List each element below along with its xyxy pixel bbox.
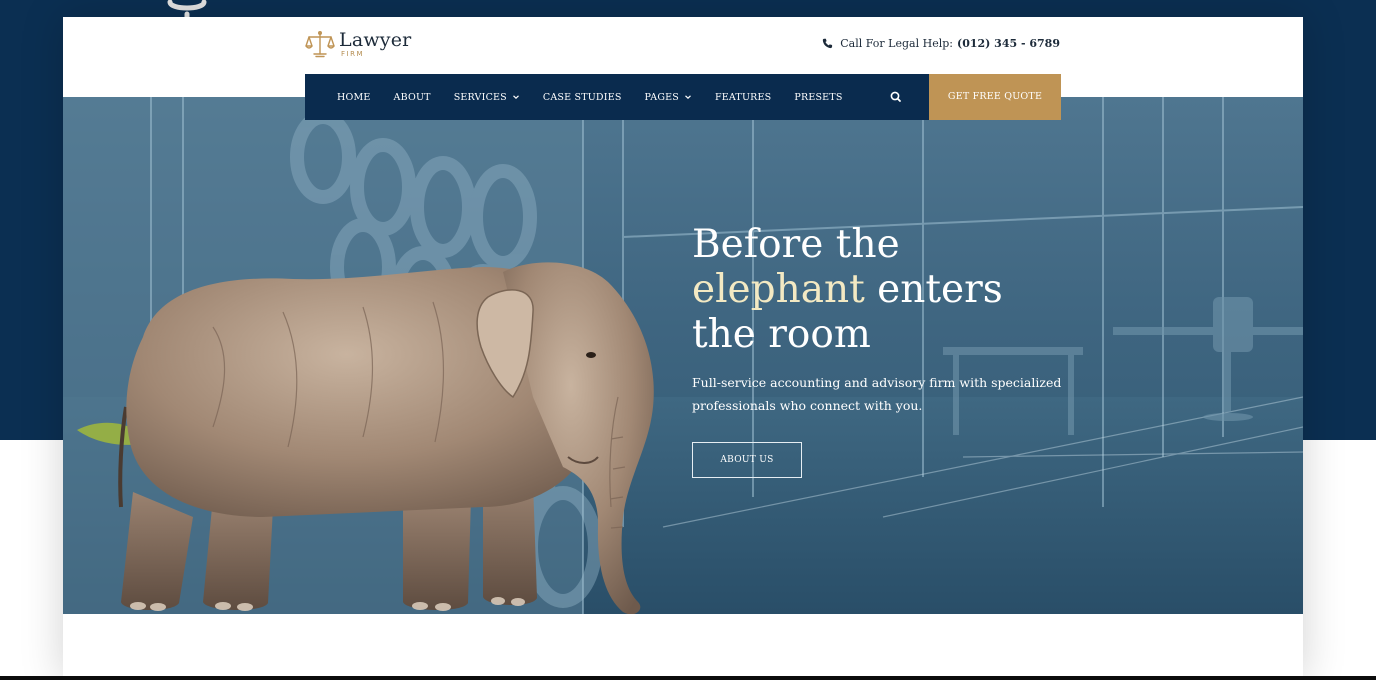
nav-list: HOME ABOUT SERVICES CASE STUDIES PAGES F… (305, 74, 866, 120)
nav-item-pages[interactable]: PAGES (645, 92, 692, 103)
hero-heading-line1: Before the (692, 222, 900, 267)
about-us-button[interactable]: ABOUT US (692, 442, 802, 478)
hero-background-image (63, 97, 1303, 614)
hero-heading-accent: elephant (692, 267, 865, 312)
nav-item-label: FEATURES (714, 91, 772, 103)
logo-name: Lawyer (339, 28, 412, 51)
nav-item-label: ABOUT (393, 91, 431, 103)
hero-banner: Before the elephant enters the room Full… (63, 97, 1303, 614)
nav-item-label: CASE STUDIES (542, 91, 622, 103)
contact-phone-number[interactable]: (012) 345 - 6789 (957, 37, 1060, 50)
chevron-down-icon (512, 95, 519, 100)
nav-item-label: HOME (337, 91, 371, 103)
chevron-down-icon (685, 95, 691, 100)
hero-heading-line3: the room (692, 312, 871, 357)
logo-tagline: FIRM (341, 49, 364, 58)
nav-item-case-studies[interactable]: CASE STUDIES (543, 92, 622, 103)
nav-item-label: PAGES (644, 91, 679, 103)
nav-item-home[interactable]: HOME (337, 92, 371, 103)
hero-subtext: Full-service accounting and advisory fir… (692, 375, 1062, 413)
get-free-quote-button[interactable]: GET FREE QUOTE (929, 74, 1061, 120)
scales-of-justice-icon (305, 31, 335, 58)
logo[interactable]: Lawyer FIRM (305, 29, 411, 59)
nav-item-features[interactable]: FEATURES (715, 92, 771, 103)
bottom-divider (0, 676, 1376, 680)
site-container: Lawyer FIRM Call For Legal Help: (012) 3… (63, 17, 1303, 680)
hero-heading-line2: enters (864, 267, 1003, 312)
nav-item-label: SERVICES (453, 91, 507, 103)
search-icon[interactable] (887, 88, 905, 106)
phone-icon (823, 38, 833, 49)
main-navigation: HOME ABOUT SERVICES CASE STUDIES PAGES F… (305, 74, 1061, 120)
nav-item-services[interactable]: SERVICES (454, 92, 520, 103)
contact-info: Call For Legal Help: (012) 345 - 6789 (822, 37, 1060, 50)
nav-item-presets[interactable]: PRESETS (794, 92, 842, 103)
hero-heading: Before the elephant enters the room (692, 222, 1112, 357)
nav-item-label: PRESETS (794, 91, 843, 103)
contact-label: Call For Legal Help: (840, 37, 953, 50)
nav-item-about[interactable]: ABOUT (394, 92, 431, 103)
hero-copy: Before the elephant enters the room Full… (692, 222, 1112, 478)
